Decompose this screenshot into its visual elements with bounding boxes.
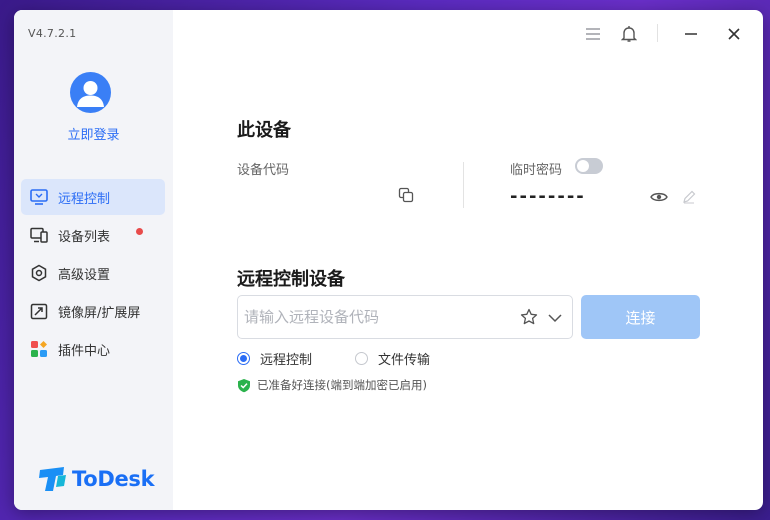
sidebar-item-label: 插件中心 xyxy=(58,343,111,359)
brand-logo: ToDesk xyxy=(38,466,155,492)
login-link[interactable]: 立即登录 xyxy=(14,124,173,143)
show-password-button[interactable] xyxy=(649,187,669,207)
temp-password-toggle[interactable] xyxy=(575,158,603,174)
mode-remote-control-radio[interactable]: 远程控制 xyxy=(237,349,312,368)
close-button[interactable] xyxy=(724,24,744,44)
minimize-icon xyxy=(685,33,697,35)
brand-name: ToDesk xyxy=(72,467,155,491)
copy-button[interactable] xyxy=(396,185,416,205)
bell-icon xyxy=(621,26,637,42)
radio-selected[interactable] xyxy=(237,352,250,365)
connect-button[interactable]: 连接 xyxy=(581,295,700,339)
notification-button[interactable] xyxy=(619,24,639,44)
this-device-title: 此设备 xyxy=(237,120,291,141)
sidebar-item-label: 镜像屏/扩展屏 xyxy=(58,305,141,321)
connection-status: 已准备好连接(端到端加密已启用) xyxy=(237,377,427,393)
close-icon xyxy=(728,28,740,40)
sidebar-item-advanced-settings[interactable]: 高级设置 xyxy=(21,255,165,291)
eye-icon xyxy=(650,192,668,202)
hexagon-settings-icon xyxy=(30,264,48,282)
sidebar-item-label: 高级设置 xyxy=(58,267,111,283)
shield-check-icon xyxy=(238,378,250,392)
sidebar-item-remote-control[interactable]: 远程控制 xyxy=(21,179,165,215)
version-label: V4.7.2.1 xyxy=(28,27,77,40)
minimize-button[interactable] xyxy=(681,24,701,44)
sidebar-item-mirror-screen[interactable]: 镜像屏/扩展屏 xyxy=(21,293,165,329)
sidebar: V4.7.2.1 立即登录 远程控制 设备列表 高级设置 镜像屏/扩展屏 插件中… xyxy=(14,10,173,510)
remote-code-input-box[interactable] xyxy=(237,295,573,339)
edit-password-button[interactable] xyxy=(679,187,699,207)
monitor-remote-icon xyxy=(30,188,48,206)
app-window: V4.7.2.1 立即登录 远程控制 设备列表 高级设置 镜像屏/扩展屏 插件中… xyxy=(14,10,763,510)
hamburger-menu-icon xyxy=(586,28,600,40)
avatar[interactable] xyxy=(70,72,111,113)
chevron-down-icon[interactable] xyxy=(547,310,563,329)
pencil-icon xyxy=(683,190,696,204)
sidebar-item-plugin-center[interactable]: 插件中心 xyxy=(21,331,165,367)
user-avatar-icon xyxy=(77,81,104,107)
radio-unselected[interactable] xyxy=(355,352,368,365)
sidebar-nav: 远程控制 设备列表 高级设置 镜像屏/扩展屏 插件中心 xyxy=(21,179,165,369)
radio-label: 远程控制 xyxy=(260,353,313,368)
radio-label: 文件传输 xyxy=(378,353,431,368)
sidebar-item-label: 设备列表 xyxy=(58,229,111,245)
device-code-label: 设备代码 xyxy=(237,163,290,178)
favorite-star-icon[interactable] xyxy=(520,308,538,330)
notification-badge xyxy=(136,228,143,235)
sidebar-item-device-list[interactable]: 设备列表 xyxy=(21,217,165,253)
main-panel: 此设备 设备代码 临时密码 -------- 远程控制设备 连接 xyxy=(173,10,763,510)
status-text: 已准备好连接(端到端加密已启用) xyxy=(257,378,427,392)
sidebar-item-label: 远程控制 xyxy=(58,191,111,207)
devices-icon xyxy=(30,226,48,244)
temp-password-label: 临时密码 xyxy=(510,163,563,178)
plugin-grid-icon xyxy=(30,340,48,358)
todesk-logo-icon xyxy=(39,467,66,491)
device-info-divider xyxy=(463,162,464,208)
mode-file-transfer-radio[interactable]: 文件传输 xyxy=(355,349,430,368)
menu-button[interactable] xyxy=(583,24,603,44)
titlebar-divider xyxy=(657,24,658,42)
mirror-screen-icon xyxy=(30,302,48,320)
remote-control-title: 远程控制设备 xyxy=(237,269,345,290)
temp-password-value: -------- xyxy=(510,186,586,207)
copy-icon xyxy=(398,187,414,203)
remote-code-input[interactable] xyxy=(244,296,504,338)
